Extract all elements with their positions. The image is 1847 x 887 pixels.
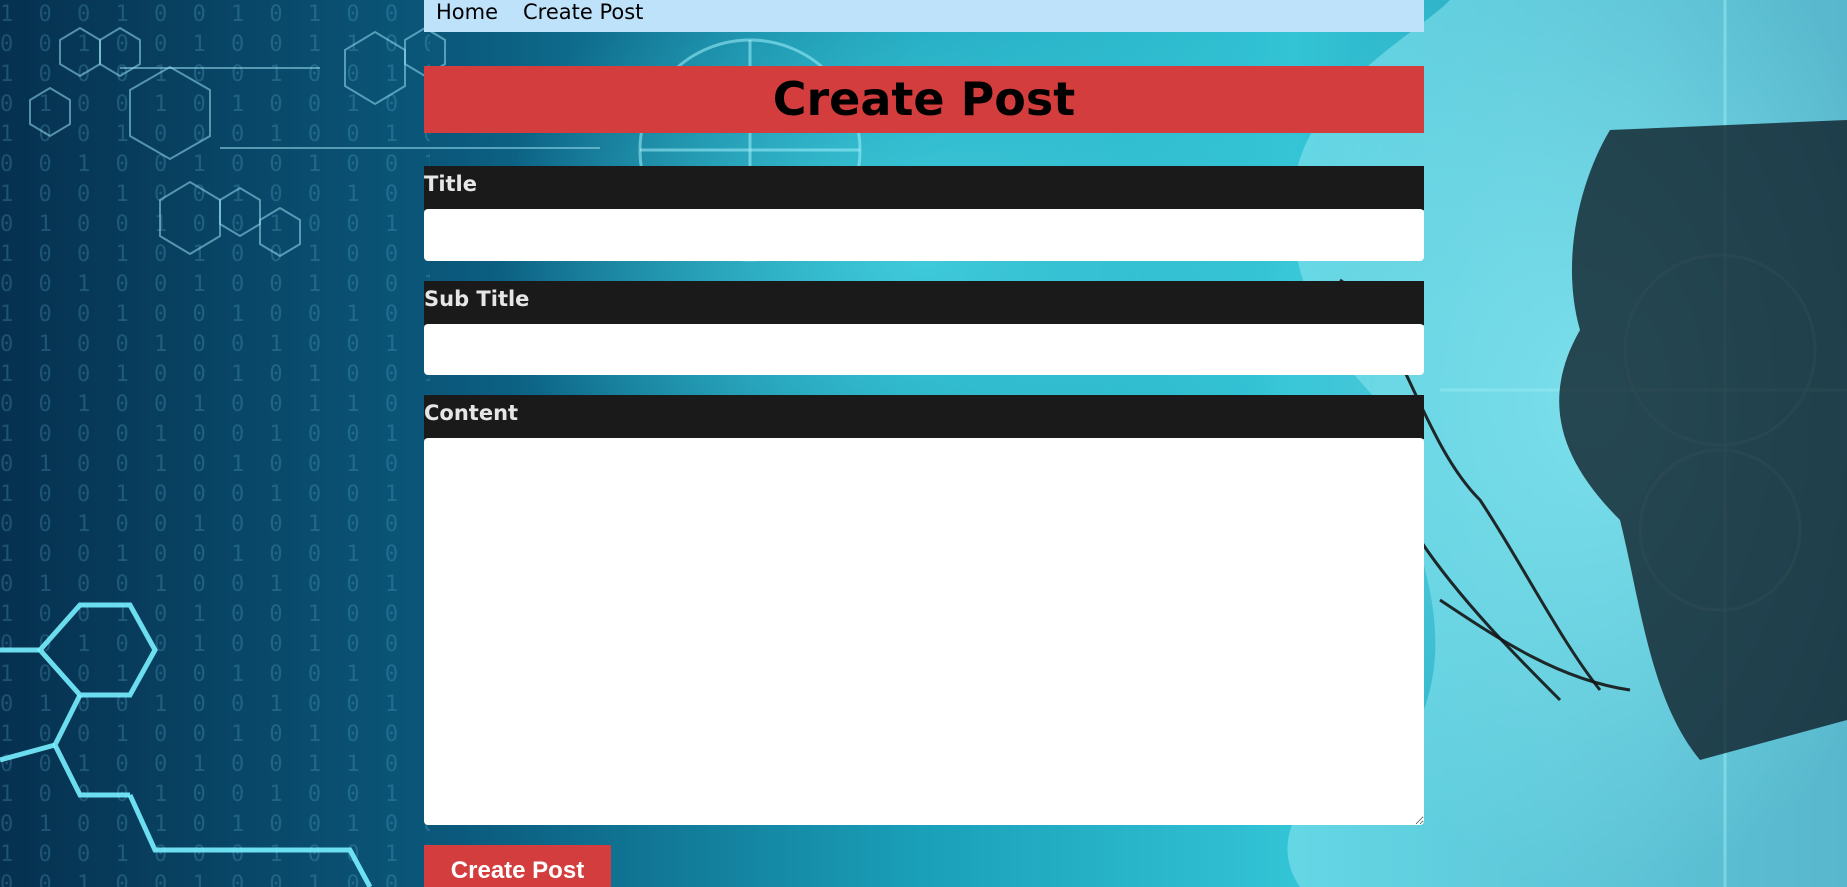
subtitle-label: Sub Title <box>424 281 1424 325</box>
title-label: Title <box>424 166 1424 210</box>
page-title: Create Post <box>424 66 1424 133</box>
create-post-button[interactable]: Create Post <box>424 845 611 887</box>
top-navbar: Home Create Post <box>424 0 1424 32</box>
content-textarea[interactable] <box>424 438 1424 825</box>
content-label: Content <box>424 395 1424 439</box>
nav-link-home[interactable]: Home <box>436 0 498 24</box>
subtitle-input[interactable] <box>424 324 1424 375</box>
nav-link-create-post[interactable]: Create Post <box>523 0 643 24</box>
title-input[interactable] <box>424 209 1424 261</box>
